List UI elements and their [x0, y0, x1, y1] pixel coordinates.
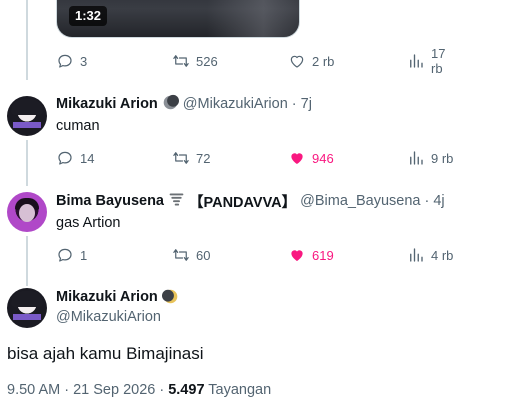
thread-line: [26, 0, 28, 80]
display-name[interactable]: Bima Bayusena: [56, 193, 164, 209]
like-count: 619: [312, 247, 334, 263]
tornado-icon: [168, 191, 185, 212]
views-label: Tayangan: [204, 382, 272, 398]
display-name[interactable]: Mikazuki Arion: [56, 96, 158, 112]
reply-button[interactable]: 1: [56, 245, 87, 265]
retweet-button[interactable]: 60: [172, 245, 210, 265]
reply-button[interactable]: 3: [56, 51, 87, 71]
retweet-count: 526: [196, 53, 218, 69]
avatar[interactable]: [7, 192, 47, 232]
avatar[interactable]: [7, 288, 47, 328]
main-author: Mikazuki Arion: [56, 288, 179, 305]
retweet-count: 60: [196, 247, 211, 263]
reply-header: Mikazuki Arion @MikazukiArion · 7j: [56, 94, 312, 114]
like-button[interactable]: 619: [288, 245, 334, 265]
handle[interactable]: @MikazukiArion: [56, 309, 161, 325]
reply-icon: [58, 248, 72, 262]
retweet-button[interactable]: 72: [172, 148, 210, 168]
moon-icon: [162, 94, 179, 115]
views-button[interactable]: 9 rb: [407, 148, 453, 168]
retweet-icon: [173, 152, 189, 164]
tweet-text: gas Artion: [56, 215, 121, 231]
handle[interactable]: @Bima_Bayusena: [300, 193, 420, 209]
tweet-text: bisa ajah kamu Bimajinasi: [7, 344, 204, 363]
thread-line: [26, 140, 28, 186]
display-name[interactable]: Mikazuki Arion: [56, 289, 158, 305]
reply-button[interactable]: 14: [56, 148, 94, 168]
video-thumbnail[interactable]: 1:32: [56, 0, 300, 38]
views-count: 9 rb: [431, 150, 454, 166]
heart-filled-icon: [291, 153, 303, 164]
video-sheen: [207, 0, 299, 37]
analytics-icon: [410, 248, 423, 262]
views-count: 5.497: [168, 382, 205, 398]
retweet-icon: [173, 249, 189, 261]
avatar[interactable]: [7, 96, 47, 136]
tweet-text: cuman: [56, 118, 100, 134]
views-count: 4 rb: [431, 247, 454, 263]
reply-count: 3: [80, 53, 88, 69]
avatar-face: [19, 204, 35, 222]
views-count: 17 rb: [431, 46, 446, 76]
avatar-accent: [13, 314, 41, 320]
display-name-suffix: 【PANDAVVA】: [189, 194, 297, 211]
views-button[interactable]: 4 rb: [407, 245, 453, 265]
timestamp[interactable]: · 7j: [292, 96, 312, 112]
retweet-button[interactable]: 526: [172, 51, 218, 71]
reply-header: Bima Bayusena 【PANDAVVA】 @Bima_Bayusena …: [56, 191, 445, 211]
heart-icon: [290, 55, 304, 68]
avatar-hair: [11, 291, 43, 307]
heart-filled-icon: [291, 250, 303, 261]
retweet-count: 72: [196, 150, 211, 166]
like-button[interactable]: 946: [288, 148, 334, 168]
tweet-actions: 1 60 619 4 rb: [56, 245, 456, 265]
views-button[interactable]: 17 rb: [407, 46, 456, 76]
timestamp[interactable]: · 4j: [424, 193, 444, 209]
thread-line: [26, 236, 28, 286]
analytics-icon: [410, 151, 423, 165]
timestamp[interactable]: 9.50 AM · 21 Sep 2026 ·: [7, 382, 168, 398]
like-count: 946: [312, 150, 334, 166]
reply-count: 14: [80, 150, 95, 166]
reply-icon: [58, 54, 72, 68]
analytics-icon: [410, 54, 423, 68]
retweet-icon: [173, 55, 189, 67]
avatar-accent: [13, 122, 41, 128]
like-button[interactable]: 2 rb: [288, 51, 334, 71]
tweet-actions: 14 72 946 9 rb: [56, 148, 456, 168]
moon-icon: [161, 288, 179, 305]
avatar-hair: [11, 99, 43, 115]
tweet-metadata: 9.50 AM · 21 Sep 2026 · 5.497 Tayangan: [7, 382, 271, 398]
like-count: 2 rb: [312, 53, 335, 69]
reply-count: 1: [80, 247, 88, 263]
reply-icon: [58, 151, 72, 165]
video-duration-badge: 1:32: [69, 6, 108, 26]
handle[interactable]: @MikazukiArion: [183, 96, 288, 112]
tweet-actions: 3 526 2 rb 17 rb: [56, 46, 456, 76]
